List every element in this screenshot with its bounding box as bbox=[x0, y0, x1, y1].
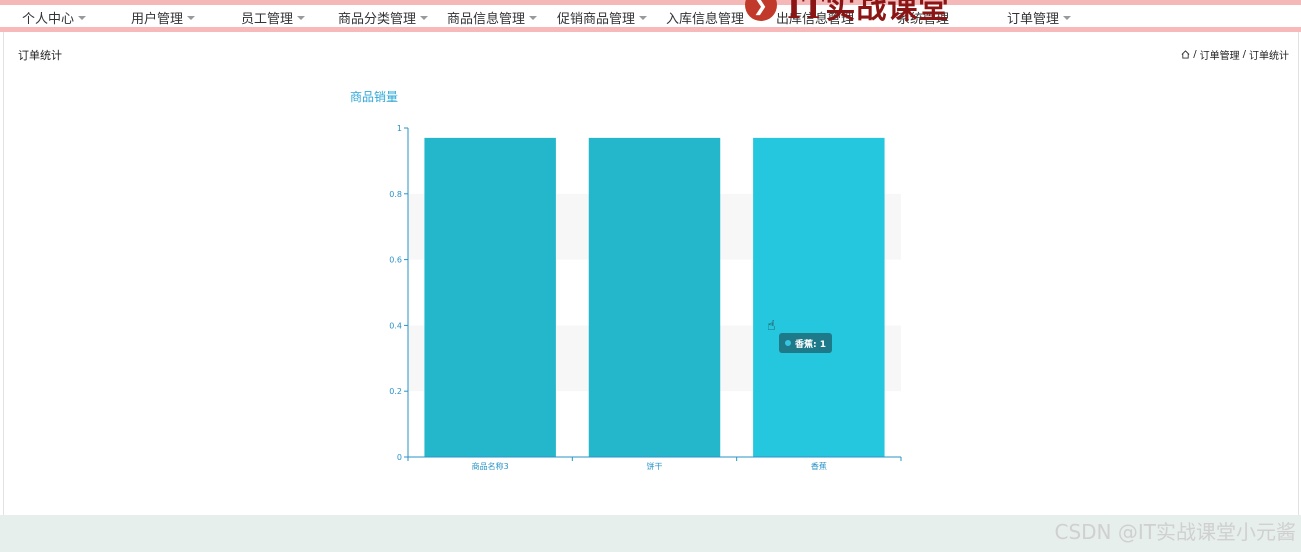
nav-label: 商品信息管理 bbox=[447, 11, 526, 27]
y-tick-label: 0.6 bbox=[389, 256, 402, 265]
chevron-down-icon bbox=[529, 15, 538, 20]
nav-item-inbound-management[interactable]: 入库信息管理 bbox=[666, 8, 745, 27]
sales-bar-chart: 0 0.2 0.4 0.6 0.8 1 商品名称3 饼干 香蕉 bbox=[389, 124, 902, 471]
nav-label: 员工管理 bbox=[241, 11, 294, 27]
chevron-down-icon bbox=[1063, 15, 1072, 20]
nav-label: 个人中心 bbox=[22, 11, 75, 27]
top-nav: 个人中心 用户管理 员工管理 商品分类管理 商品信息管理 促销商品管理 入库信息… bbox=[0, 5, 1301, 27]
nav-item-product-management[interactable]: 商品信息管理 bbox=[447, 8, 538, 27]
chart-title: 商品销量 bbox=[350, 90, 399, 104]
content-right-border bbox=[1298, 32, 1299, 515]
watermark-logo: ❯ IT实战课堂 bbox=[745, 0, 949, 26]
nav-label: 入库信息管理 bbox=[666, 11, 745, 27]
nav-label: 促销商品管理 bbox=[557, 11, 636, 27]
y-tick-label: 0.2 bbox=[389, 387, 402, 396]
chevron-down-icon bbox=[420, 15, 429, 20]
nav-item-category-management[interactable]: 商品分类管理 bbox=[338, 8, 429, 27]
nav-item-promotion-management[interactable]: 促销商品管理 bbox=[557, 8, 648, 27]
csdn-watermark: CSDN @IT实战课堂小元酱 bbox=[1054, 520, 1297, 544]
nav-item-personal-center[interactable]: 个人中心 bbox=[22, 8, 87, 27]
breadcrumb-separator: / bbox=[1193, 49, 1197, 60]
nav-bottom-band bbox=[0, 27, 1301, 32]
x-tick-label: 香蕉 bbox=[811, 461, 827, 471]
chevron-down-icon bbox=[297, 15, 306, 20]
nav-item-employee-management[interactable]: 员工管理 bbox=[241, 8, 306, 27]
chart-bar[interactable] bbox=[424, 137, 556, 457]
chevron-down-icon bbox=[78, 15, 87, 20]
y-tick-label: 1 bbox=[397, 124, 402, 133]
nav-label: 商品分类管理 bbox=[338, 11, 417, 27]
y-tick-label: 0 bbox=[397, 453, 402, 462]
chart-bar[interactable] bbox=[588, 137, 721, 457]
nav-item-order-management[interactable]: 订单管理 bbox=[1007, 8, 1072, 27]
hand-cursor-icon: ☝ bbox=[767, 318, 776, 334]
chart-bar[interactable] bbox=[753, 137, 885, 457]
nav-label: 订单管理 bbox=[1007, 11, 1060, 27]
chevron-down-icon bbox=[639, 15, 648, 20]
logo-badge-icon: ❯ bbox=[745, 0, 777, 21]
breadcrumb: / 订单管理 / 订单统计 bbox=[1181, 47, 1289, 62]
nav-label: 用户管理 bbox=[131, 11, 184, 27]
tooltip-series-dot bbox=[785, 340, 791, 346]
content-left-border bbox=[3, 32, 4, 515]
tooltip-text: 香蕉: 1 bbox=[795, 339, 826, 350]
y-tick-label: 0.8 bbox=[389, 190, 402, 199]
page-title: 订单统计 bbox=[18, 49, 62, 62]
breadcrumb-separator: / bbox=[1242, 49, 1246, 60]
x-tick-label: 商品名称3 bbox=[472, 461, 509, 471]
watermark-logo-text: IT实战课堂 bbox=[787, 0, 950, 26]
y-tick-label: 0.4 bbox=[389, 321, 402, 330]
breadcrumb-item-order-management[interactable]: 订单管理 bbox=[1200, 47, 1240, 62]
home-icon[interactable] bbox=[1181, 50, 1190, 59]
chart-tooltip: 香蕉: 1 bbox=[779, 333, 832, 353]
breadcrumb-item-order-stats: 订单统计 bbox=[1249, 51, 1289, 62]
x-tick-label: 饼干 bbox=[647, 461, 663, 471]
nav-item-user-management[interactable]: 用户管理 bbox=[131, 8, 196, 27]
chevron-down-icon bbox=[187, 15, 196, 20]
